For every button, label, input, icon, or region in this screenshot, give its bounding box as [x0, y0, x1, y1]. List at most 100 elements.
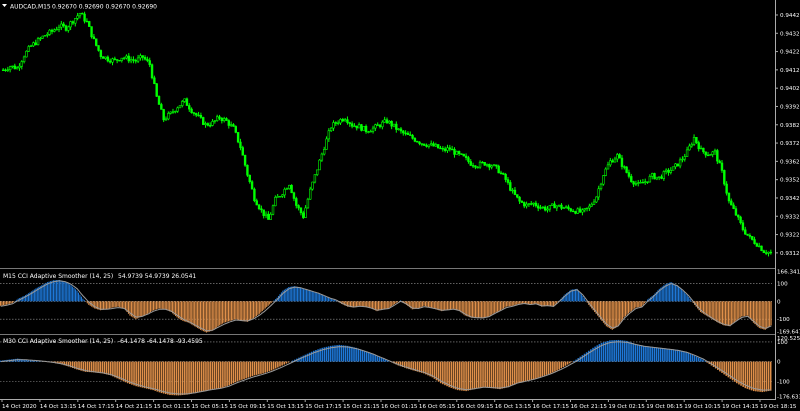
hist-bar	[614, 301, 616, 329]
hist-bar	[392, 301, 394, 306]
hist-bar	[486, 301, 488, 317]
hist-bar	[114, 301, 116, 308]
hist-bar	[219, 361, 222, 389]
candle-body	[334, 122, 338, 124]
candle-body	[702, 147, 705, 153]
hist-bar	[207, 301, 209, 333]
hist-bar	[420, 301, 422, 308]
hist-bar	[122, 301, 124, 309]
hist-bar	[730, 301, 732, 325]
hist-bar	[726, 301, 728, 326]
indicator2-pane[interactable]: 120.52521000-100-176.6335 M30 CCI Adapti…	[0, 336, 800, 400]
candle-body	[581, 209, 584, 213]
price-tick-label: 0.94020	[780, 86, 800, 92]
hist-bar	[208, 301, 210, 332]
time-axis[interactable]: 14 Oct 2020 14 Oct 13:15 14 Oct 17:15 14 Oc…	[0, 399, 797, 410]
hist-bar	[94, 301, 96, 309]
hist-bar	[520, 301, 522, 304]
candle-body	[741, 222, 745, 231]
hist-bar	[354, 301, 356, 308]
hist-bar	[580, 294, 582, 302]
hist-bar	[104, 301, 106, 310]
price-tick-label: 0.94120	[780, 68, 800, 74]
hist-bar	[395, 301, 397, 304]
time-tick-label: 15 Oct 01:15	[154, 404, 191, 410]
candle-body	[706, 154, 710, 157]
candle-body	[281, 194, 284, 197]
candle-body	[339, 119, 342, 124]
hist-bar	[173, 361, 176, 396]
candle-body	[188, 105, 191, 110]
hist-bar	[670, 282, 672, 302]
candle-body	[22, 56, 26, 62]
hist-bar	[109, 361, 112, 376]
candle-body	[436, 144, 440, 149]
hist-bar	[556, 361, 558, 371]
candle-body	[604, 168, 607, 176]
hist-bar	[138, 301, 140, 318]
price-pane[interactable]: 0.94420 0.94320 0.94220 0.94120 0.94020 0.939…	[0, 0, 800, 268]
price-tick-label: 0.93520	[780, 178, 800, 184]
time-tick-label: 16 Oct 05:15	[419, 404, 456, 410]
candle-body	[88, 21, 91, 27]
candle-body	[290, 184, 293, 194]
hist-bar	[272, 361, 275, 370]
hist-bar	[152, 361, 154, 391]
hist-bar	[581, 355, 584, 362]
hist-bar	[69, 284, 71, 302]
candle-body	[239, 141, 242, 148]
hist-bar	[451, 301, 453, 310]
hist-bar	[229, 301, 231, 321]
candle-body	[418, 141, 421, 144]
hist-bar	[247, 361, 250, 378]
hist-bar	[330, 299, 332, 302]
hist-bar	[353, 347, 355, 362]
indicator1-pane[interactable]: 166.3414 100 0 -100 -169.6471 M15 CCI Adapti…	[0, 270, 800, 336]
hist-bar	[640, 345, 643, 362]
hist-bar	[326, 297, 328, 302]
hist-bar	[765, 361, 768, 392]
hist-bar	[649, 346, 651, 362]
hist-bar	[651, 346, 654, 362]
hist-bar	[257, 301, 259, 315]
hist-bar	[340, 345, 343, 362]
hist-bar	[727, 301, 729, 327]
candle-body	[476, 166, 479, 169]
candle-body	[676, 163, 679, 167]
candle-body	[260, 208, 263, 211]
hist-bar	[736, 301, 738, 320]
candle-body	[95, 38, 98, 46]
candle-body	[609, 160, 612, 166]
hist-bar	[90, 361, 93, 373]
hist-bar	[502, 301, 505, 309]
indicator-axis-label: 100	[777, 281, 788, 287]
candle-body	[723, 170, 726, 185]
hist-bar	[196, 361, 199, 393]
hist-bar	[678, 350, 681, 362]
candle-body	[502, 172, 505, 175]
hist-bar	[120, 301, 122, 308]
hist-bar	[361, 350, 364, 362]
hist-bar	[680, 289, 682, 302]
trading-chart[interactable]: 0.94420 0.94320 0.94220 0.94120 0.94020 0.939…	[0, 0, 800, 411]
candle-body	[206, 123, 210, 126]
candle-body	[462, 153, 465, 157]
hist-bar	[749, 301, 752, 320]
candle-body	[557, 204, 561, 207]
hist-bar	[73, 287, 75, 302]
candle-body	[730, 200, 733, 206]
candle-body	[71, 21, 75, 24]
hist-bar	[383, 301, 385, 310]
candle-body	[18, 65, 21, 69]
hist-bar	[277, 361, 279, 368]
hist-bar	[609, 340, 611, 362]
candle-body	[367, 131, 370, 133]
candle-body	[769, 251, 773, 254]
hist-bar	[226, 301, 228, 322]
candle-body	[720, 162, 724, 171]
candle-body	[699, 147, 703, 150]
hist-bar	[473, 361, 476, 390]
hist-bar	[226, 361, 228, 386]
hist-bar	[702, 359, 704, 362]
candle-body	[6, 69, 10, 71]
